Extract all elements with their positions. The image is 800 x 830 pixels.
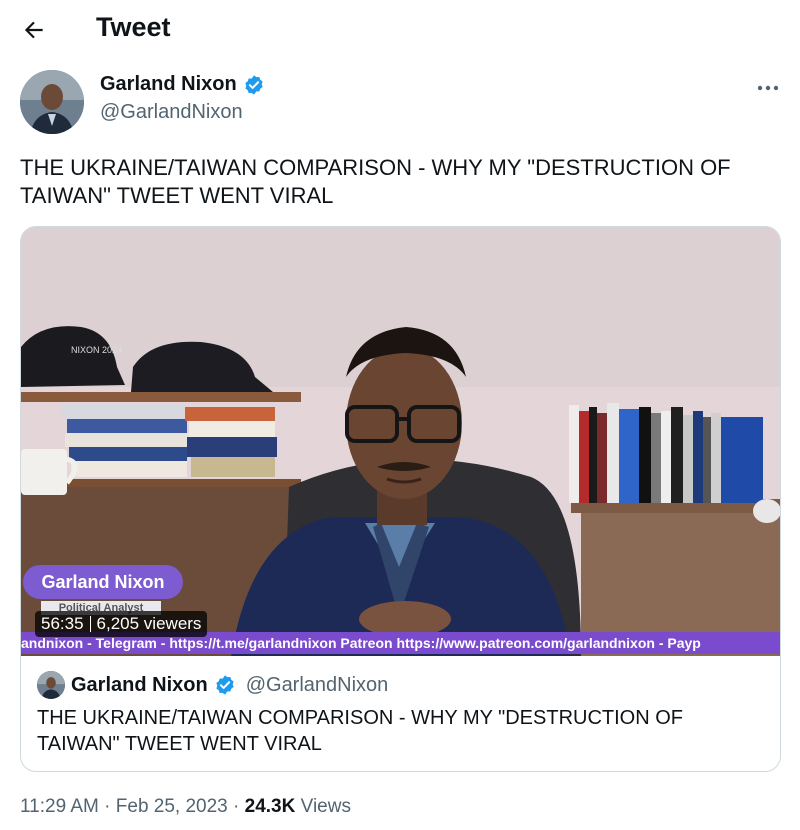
top-bar: Tweet [0,0,800,60]
tweet-date[interactable]: Feb 25, 2023 [116,796,228,817]
more-options-button[interactable] [754,78,782,98]
quote-text: THE UKRAINE/TAIWAN COMPARISON - WHY MY "… [37,707,684,755]
views-count: 24.3K [244,796,296,817]
quote-author-row: Garland Nixon @GarlandNixon [37,671,388,699]
verified-badge-icon [216,675,234,695]
video-duration: 56:35 [41,614,84,633]
video-name-badge: Garland Nixon [23,565,183,599]
quote-author-name: Garland Nixon [71,673,208,696]
tweet-time[interactable]: 11:29 AM [20,796,99,817]
verified-badge-icon [245,74,263,95]
arrow-left-icon [24,21,43,39]
tweet-metadata: 11:29 AM · Feb 25, 2023 · 24.3K Views [20,796,351,818]
quote-author-handle: @GarlandNixon [245,673,389,696]
tweet-text: THE UKRAINE/TAIWAN COMPARISON - WHY MY "… [20,155,731,208]
separator-dot: · [233,796,245,817]
video-stats: 56:35 6,205 viewers [35,611,208,637]
views-label: Views [300,796,351,817]
separator-dot: · [104,796,116,817]
hat-text: NIXON 2024 [71,345,122,355]
divider [89,616,91,632]
author-name-row: Garland Nixon [100,73,265,96]
video-player[interactable]: NIXON 2024 Garland Nixon Political Analy… [21,227,780,656]
page-title: Tweet [96,12,171,42]
more-horizontal-icon [757,85,779,91]
quoted-tweet-card[interactable]: NIXON 2024 Garland Nixon Political Analy… [20,226,781,772]
avatar[interactable] [20,70,84,134]
author-handle[interactable]: @GarlandNixon [100,101,243,124]
video-viewers: 6,205 viewers [96,614,202,633]
quote-avatar [37,671,65,699]
back-button[interactable] [16,12,52,48]
author-name[interactable]: Garland Nixon [100,73,237,96]
